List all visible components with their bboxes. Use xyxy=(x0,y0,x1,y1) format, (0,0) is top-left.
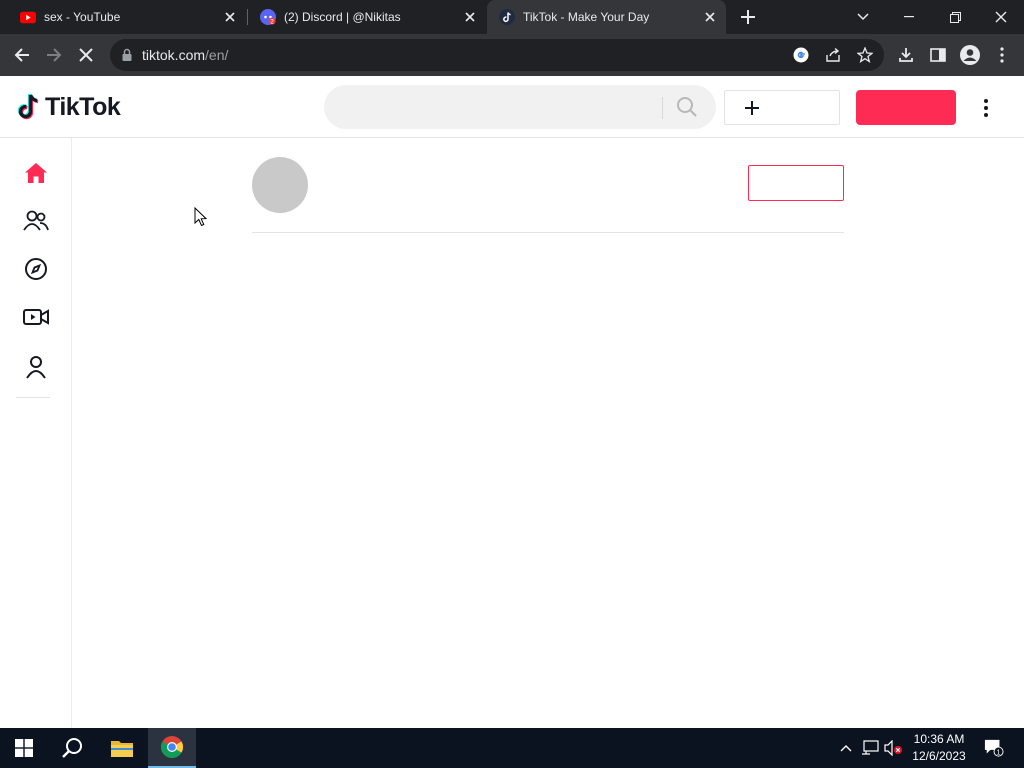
chrome-menu-icon[interactable] xyxy=(990,43,1014,67)
tab-discord[interactable]: 2 (2) Discord | @Nikitas xyxy=(248,0,486,34)
url-path: /en/ xyxy=(205,47,229,63)
tiktok-logo[interactable]: TikTok xyxy=(16,92,121,122)
more-options-icon[interactable] xyxy=(976,96,996,120)
search-bar[interactable] xyxy=(324,85,716,129)
profile-icon xyxy=(26,356,46,379)
follow-button-placeholder[interactable] xyxy=(748,165,844,201)
sidebar-item-home[interactable] xyxy=(20,157,52,189)
search-input[interactable] xyxy=(340,85,660,129)
sidebar-item-profile[interactable] xyxy=(20,351,52,383)
login-button[interactable] xyxy=(856,90,956,125)
system-clock[interactable]: 10:36 AM 12/6/2023 xyxy=(904,731,974,765)
tab-search-button[interactable] xyxy=(840,0,886,34)
url-text[interactable]: tiktok.com/en/ xyxy=(142,47,228,63)
plus-icon xyxy=(745,100,759,115)
show-hidden-icons-icon[interactable] xyxy=(836,738,856,758)
windows-logo-icon xyxy=(15,739,33,757)
notification-count: 1 xyxy=(997,747,1001,756)
google-lens-icon[interactable] xyxy=(792,46,810,64)
tiktok-logo-text: TikTok xyxy=(45,92,121,121)
youtube-icon xyxy=(20,9,36,25)
back-button[interactable] xyxy=(10,43,34,67)
restore-button[interactable] xyxy=(932,0,978,34)
sidebar-divider xyxy=(16,397,50,398)
browser-tab-strip: sex - YouTube 2 (2) Discord | @Nikitas T… xyxy=(0,0,1024,34)
sidebar-item-explore[interactable] xyxy=(20,253,52,285)
network-icon[interactable] xyxy=(860,738,880,758)
file-explorer-button[interactable] xyxy=(98,728,146,768)
chrome-taskbar-button[interactable] xyxy=(148,728,196,768)
address-bar[interactable]: tiktok.com/en/ xyxy=(110,39,884,71)
forward-button[interactable] xyxy=(42,43,66,67)
bookmark-star-icon[interactable] xyxy=(856,46,874,64)
share-icon[interactable] xyxy=(824,46,842,64)
tiktok-icon xyxy=(499,9,515,25)
close-icon[interactable] xyxy=(222,9,238,25)
discord-icon: 2 xyxy=(260,9,276,25)
mouse-cursor-icon xyxy=(194,207,208,227)
content-divider xyxy=(252,232,844,233)
explore-icon xyxy=(25,258,47,280)
tab-title: (2) Discord | @Nikitas xyxy=(284,10,401,24)
lock-icon[interactable] xyxy=(120,48,134,62)
start-button[interactable] xyxy=(0,728,48,768)
tiktok-note-icon xyxy=(17,93,39,120)
folder-icon xyxy=(111,741,133,757)
notification-center-icon[interactable]: 1 xyxy=(984,738,1004,758)
stop-loading-button[interactable] xyxy=(74,43,98,67)
tiktok-header: TikTok xyxy=(0,76,1024,138)
close-icon[interactable] xyxy=(462,9,478,25)
sidebar-item-live[interactable] xyxy=(20,301,52,333)
close-icon[interactable] xyxy=(702,9,718,25)
windows-taskbar: 10:36 AM 12/6/2023 1 xyxy=(0,728,1024,768)
volume-muted-icon[interactable] xyxy=(884,738,904,758)
tab-youtube[interactable]: sex - YouTube xyxy=(8,0,246,34)
taskbar-search-button[interactable] xyxy=(48,728,96,768)
clock-date: 12/6/2023 xyxy=(912,749,966,763)
upload-button[interactable] xyxy=(724,90,840,125)
tab-title: TikTok - Make Your Day xyxy=(523,10,650,24)
home-icon xyxy=(25,163,47,183)
sidebar-item-following[interactable] xyxy=(20,205,52,237)
avatar-placeholder xyxy=(252,157,308,213)
search-icon[interactable] xyxy=(676,96,698,118)
screen: sex - YouTube 2 (2) Discord | @Nikitas T… xyxy=(0,0,1024,768)
close-window-button[interactable] xyxy=(978,0,1024,34)
new-tab-button[interactable] xyxy=(736,5,760,29)
sidebar xyxy=(0,138,72,728)
download-icon[interactable] xyxy=(894,43,918,67)
live-icon xyxy=(23,309,49,325)
tab-title: sex - YouTube xyxy=(44,10,121,24)
following-icon xyxy=(23,210,49,231)
minimize-button[interactable] xyxy=(886,0,932,34)
browser-toolbar: tiktok.com/en/ xyxy=(0,34,1024,76)
url-host: tiktok.com xyxy=(142,47,206,63)
search-icon xyxy=(62,738,82,758)
tab-tiktok[interactable]: TikTok - Make Your Day xyxy=(487,0,726,34)
side-panel-icon[interactable] xyxy=(926,43,950,67)
search-divider xyxy=(662,97,663,119)
clock-time: 10:36 AM xyxy=(913,732,965,746)
profile-avatar-icon[interactable] xyxy=(958,43,982,67)
chrome-icon xyxy=(161,736,183,758)
